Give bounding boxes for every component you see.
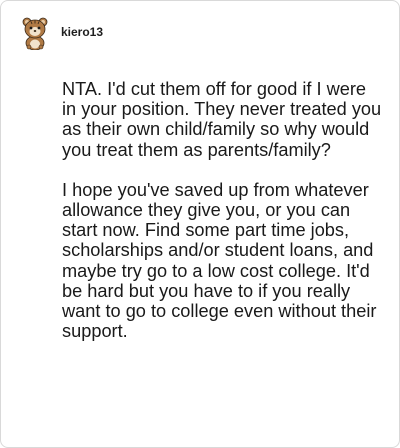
comment-body: NTA. I'd cut them off for good if I were… [62, 79, 382, 341]
comment-author[interactable]: kiero13 [61, 25, 103, 39]
avatar-icon[interactable] [21, 16, 49, 50]
comment-card: kiero13 NTA. I'd cut them off for good i… [0, 0, 400, 448]
comment-paragraph-2: I hope you've saved up from whatever all… [62, 179, 377, 342]
comment-header: kiero13 [21, 16, 103, 50]
comment-paragraph-1: NTA. I'd cut them off for good if I were… [62, 79, 382, 160]
